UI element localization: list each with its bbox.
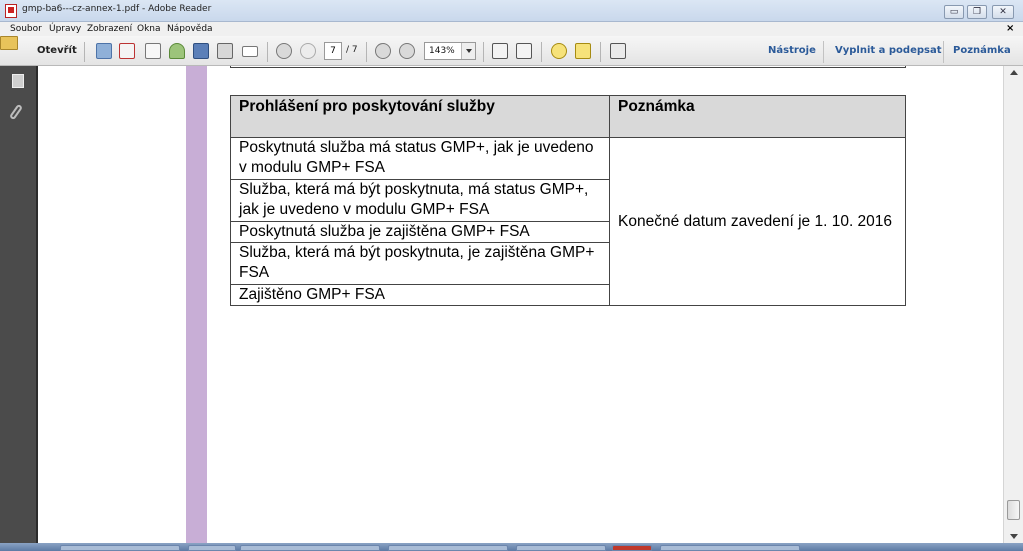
taskbar-button[interactable] [660, 545, 800, 551]
taskbar-button[interactable] [388, 545, 508, 551]
toolbar-separator [84, 42, 85, 62]
fullscreen-icon[interactable] [610, 43, 626, 59]
header-declaration: Prohlášení pro poskytování služby [230, 95, 610, 138]
document-page: Prohlášení pro poskytování služby Poznám… [38, 66, 1003, 543]
next-page-icon[interactable] [300, 43, 316, 59]
vertical-scrollbar[interactable] [1003, 66, 1023, 543]
comment-link[interactable]: Poznámka [953, 45, 1011, 56]
toolbar-separator [267, 42, 268, 62]
fit-page-icon[interactable] [492, 43, 508, 59]
taskbar-button[interactable] [188, 545, 236, 551]
menu-help[interactable]: Nápověda [167, 24, 213, 34]
toolbar-separator [541, 42, 542, 62]
note-cell: Konečné datum zavedení je 1. 10. 2016 [609, 137, 906, 306]
highlight-icon[interactable] [575, 43, 591, 59]
toolbar: Otevřít 7 / 7 143% Nástroje Vyplnit a po… [0, 36, 1023, 66]
zoom-value: 143% [429, 46, 455, 56]
minimize-button[interactable]: ▭ [944, 5, 964, 19]
table-cell: Služba, která má být poskytnuta, má stat… [230, 179, 610, 222]
toolbar-separator [483, 42, 484, 62]
open-folder-icon[interactable] [0, 36, 18, 50]
declaration-table: Prohlášení pro poskytování služby Poznám… [230, 95, 906, 306]
page-total: / 7 [346, 45, 358, 55]
navigation-pane [0, 66, 38, 551]
scroll-up-icon[interactable] [1010, 70, 1018, 75]
page-margin-bar [186, 66, 207, 543]
table-cell: Poskytnutá služba je zajištěna GMP+ FSA [230, 221, 610, 243]
print-icon[interactable] [217, 43, 233, 59]
window-title: gmp-ba6---cz-annex-1.pdf - Adobe Reader [22, 4, 212, 14]
zoom-in-icon[interactable] [399, 43, 415, 59]
page-number-input[interactable]: 7 [324, 42, 342, 60]
comment-icon[interactable] [551, 43, 567, 59]
open-button-label[interactable]: Otevřít [37, 45, 77, 56]
create-pdf-icon[interactable] [96, 43, 112, 59]
pages-icon[interactable] [12, 74, 24, 88]
header-note: Poznámka [609, 95, 906, 138]
table-header-row: Prohlášení pro poskytování služby Poznám… [230, 95, 906, 138]
email-icon[interactable] [242, 46, 258, 57]
menu-view[interactable]: Zobrazení [87, 24, 132, 34]
taskbar-button[interactable] [240, 545, 380, 551]
cloud-upload-icon[interactable] [169, 43, 185, 59]
menu-window[interactable]: Okna [137, 24, 161, 34]
title-bar: gmp-ba6---cz-annex-1.pdf - Adobe Reader … [0, 0, 1023, 22]
attachment-icon[interactable] [8, 103, 24, 121]
table-row: Poskytnutá služba má status GMP+, jak je… [230, 137, 906, 306]
toolbar-separator [943, 41, 944, 63]
pdf-app-icon [5, 4, 17, 18]
export-pdf-icon[interactable] [119, 43, 135, 59]
tools-link[interactable]: Nástroje [768, 45, 816, 56]
taskbar-button[interactable] [516, 545, 606, 551]
menu-edit[interactable]: Úpravy [49, 24, 81, 34]
save-icon[interactable] [193, 43, 209, 59]
taskbar [0, 543, 1023, 551]
table-cell: Zajištěno GMP+ FSA [230, 284, 610, 306]
toolbar-separator [366, 42, 367, 62]
scroll-down-icon[interactable] [1010, 534, 1018, 539]
menu-bar: Soubor Úpravy Zobrazení Okna Nápověda × [0, 22, 1023, 36]
fit-width-icon[interactable] [516, 43, 532, 59]
menu-file[interactable]: Soubor [10, 24, 42, 34]
chevron-down-icon[interactable] [461, 43, 475, 59]
table-cell: Služba, která má být poskytnuta, je zaji… [230, 242, 610, 285]
taskbar-button[interactable] [612, 545, 652, 551]
toolbar-separator [823, 41, 824, 63]
table-cell: Poskytnutá služba má status GMP+, jak je… [230, 137, 610, 180]
fill-sign-link[interactable]: Vyplnit a podepsat [835, 45, 942, 56]
close-document-button[interactable]: × [1006, 23, 1014, 34]
toolbar-separator [600, 42, 601, 62]
previous-table-edge [230, 66, 906, 68]
edit-pdf-icon[interactable] [145, 43, 161, 59]
scroll-thumb[interactable] [1007, 500, 1020, 520]
taskbar-button[interactable] [60, 545, 180, 551]
close-window-button[interactable]: ✕ [992, 5, 1014, 19]
zoom-out-icon[interactable] [375, 43, 391, 59]
zoom-select[interactable]: 143% [424, 42, 476, 60]
previous-page-icon[interactable] [276, 43, 292, 59]
restore-button[interactable]: ❐ [967, 5, 987, 19]
